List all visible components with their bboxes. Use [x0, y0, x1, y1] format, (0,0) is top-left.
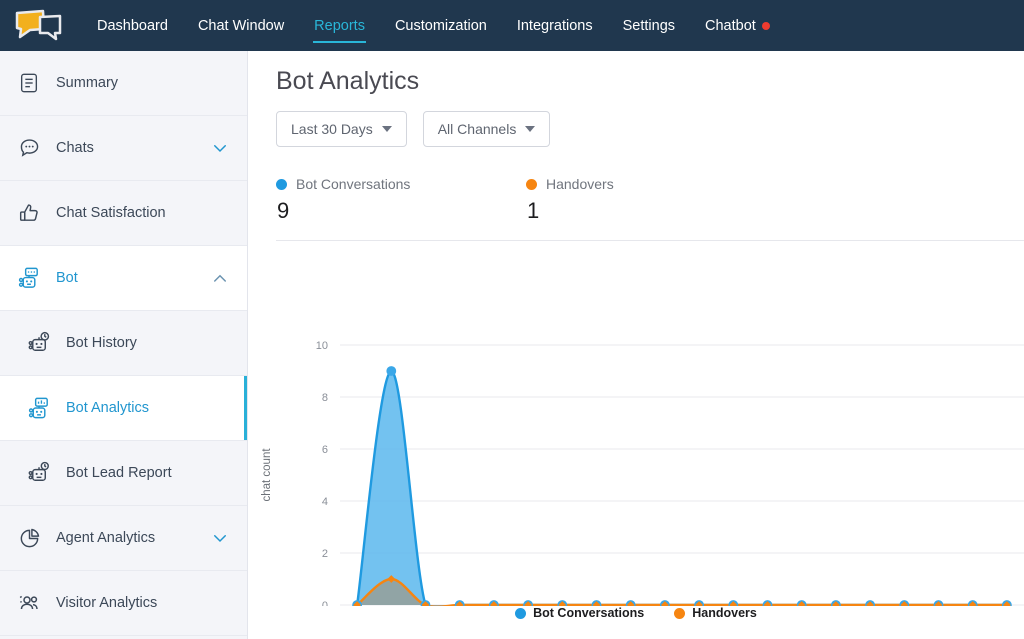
- series-line: [357, 579, 1007, 606]
- sidebar-item-label: Summary: [56, 75, 247, 91]
- thumbs-up-icon: [14, 198, 44, 228]
- chart-canvas: 0246810chat count8 Sep9 Sep10 Sep11 Sep1…: [248, 251, 1024, 606]
- legend-label: Handovers: [692, 606, 757, 620]
- nav-item-label: Integrations: [517, 18, 593, 34]
- stat-value: 9: [277, 198, 526, 224]
- page-title: Bot Analytics: [276, 67, 419, 96]
- chart-legend: Bot Conversations Handovers: [248, 606, 1024, 620]
- y-axis-tick-label: 6: [322, 444, 328, 456]
- sidebar-item-bot-lead-report[interactable]: Bot Lead Report: [0, 441, 247, 506]
- legend-label: Bot Conversations: [533, 606, 644, 620]
- stat-value: 1: [527, 198, 776, 224]
- chat-bubble-icon: [14, 133, 44, 163]
- sidebar-item-chats[interactable]: Chats: [0, 116, 247, 181]
- y-axis-tick-label: 10: [316, 340, 328, 352]
- nav-items: Dashboard Chat Window Reports Customizat…: [82, 0, 785, 51]
- series-area: [357, 371, 1007, 606]
- stat-bot-conversations: Bot Conversations 9: [276, 176, 526, 224]
- nav-item-chatbot[interactable]: Chatbot: [690, 0, 785, 51]
- sidebar-item-label: Bot Analytics: [66, 400, 247, 416]
- legend-item-bot-conversations[interactable]: Bot Conversations: [515, 606, 644, 620]
- stat-handovers: Handovers 1: [526, 176, 776, 224]
- y-axis-title: chat count: [261, 448, 273, 502]
- sidebar-item-bot[interactable]: Bot: [0, 246, 247, 311]
- sidebar-item-label: Bot Lead Report: [66, 465, 247, 481]
- people-icon: [14, 588, 44, 618]
- bot-analytics-chart: 0246810chat count8 Sep9 Sep10 Sep11 Sep1…: [248, 251, 1024, 639]
- nav-item-settings[interactable]: Settings: [608, 0, 690, 51]
- channel-filter-label: All Channels: [438, 121, 517, 137]
- sidebar-item-bot-history[interactable]: Bot History: [0, 311, 247, 376]
- nav-item-dashboard[interactable]: Dashboard: [82, 0, 183, 51]
- robot-lead-icon: [24, 458, 54, 488]
- chevron-down-icon: [382, 126, 392, 132]
- chevron-down-icon[interactable]: [209, 527, 231, 549]
- chat-bubbles-logo-icon[interactable]: [10, 6, 66, 46]
- legend-item-handovers[interactable]: Handovers: [674, 606, 757, 620]
- sidebar-item-label: Bot History: [66, 335, 247, 351]
- robot-icon: [14, 263, 44, 293]
- sidebar-item-label: Visitor Analytics: [56, 595, 247, 611]
- legend-dot-icon: [526, 179, 537, 190]
- y-axis-tick-label: 8: [322, 392, 328, 404]
- pie-chart-icon: [14, 523, 44, 553]
- legend-dot-icon: [276, 179, 287, 190]
- nav-item-label: Reports: [314, 18, 365, 34]
- legend-dot-icon: [674, 608, 685, 619]
- channel-filter[interactable]: All Channels: [423, 111, 551, 147]
- notification-dot-icon: [762, 22, 770, 30]
- sidebar-item-label: Agent Analytics: [56, 530, 209, 546]
- nav-item-label: Settings: [623, 18, 675, 34]
- sidebar-item-summary[interactable]: Summary: [0, 51, 247, 116]
- nav-item-customization[interactable]: Customization: [380, 0, 502, 51]
- series-area: [357, 579, 1007, 606]
- top-navigation-bar: Dashboard Chat Window Reports Customizat…: [0, 0, 1024, 51]
- legend-dot-icon: [515, 608, 526, 619]
- main-content: Bot Analytics Last 30 Days All Channels …: [248, 51, 1024, 639]
- data-point: [387, 367, 396, 376]
- stat-label: Handovers: [546, 176, 614, 192]
- sidebar-item-label: Chats: [56, 140, 209, 156]
- y-axis-tick-label: 4: [322, 496, 328, 508]
- nav-item-label: Customization: [395, 18, 487, 34]
- stats-row: Bot Conversations 9 Handovers 1: [276, 176, 776, 224]
- sidebar-item-chat-satisfaction[interactable]: Chat Satisfaction: [0, 181, 247, 246]
- date-range-filter-label: Last 30 Days: [291, 121, 373, 137]
- series-line: [357, 371, 1007, 606]
- filter-toolbar: Last 30 Days All Channels: [276, 111, 550, 147]
- sidebar-item-agent-analytics[interactable]: Agent Analytics: [0, 506, 247, 571]
- nav-item-integrations[interactable]: Integrations: [502, 0, 608, 51]
- section-divider: [276, 240, 1024, 241]
- chevron-down-icon: [525, 126, 535, 132]
- robot-chart-icon: [24, 393, 54, 423]
- nav-item-label: Chatbot: [705, 18, 756, 34]
- sidebar-item-label: Chat Satisfaction: [56, 205, 247, 221]
- chevron-down-icon[interactable]: [209, 137, 231, 159]
- stat-header: Bot Conversations: [276, 176, 526, 192]
- nav-item-reports[interactable]: Reports: [299, 0, 380, 51]
- document-icon: [14, 68, 44, 98]
- sidebar: Summary Chats: [0, 51, 248, 639]
- robot-clock-icon: [24, 328, 54, 358]
- app-root: Dashboard Chat Window Reports Customizat…: [0, 0, 1024, 639]
- sidebar-item-bot-analytics[interactable]: Bot Analytics: [0, 376, 247, 441]
- sidebar-item-label: Bot: [56, 270, 209, 286]
- nav-item-label: Chat Window: [198, 18, 284, 34]
- date-range-filter[interactable]: Last 30 Days: [276, 111, 407, 147]
- y-axis-tick-label: 2: [322, 548, 328, 560]
- nav-item-label: Dashboard: [97, 18, 168, 34]
- stat-label: Bot Conversations: [296, 176, 410, 192]
- nav-item-chat-window[interactable]: Chat Window: [183, 0, 299, 51]
- sidebar-item-visitor-analytics[interactable]: Visitor Analytics: [0, 571, 247, 636]
- stat-header: Handovers: [526, 176, 776, 192]
- chevron-up-icon[interactable]: [209, 267, 231, 289]
